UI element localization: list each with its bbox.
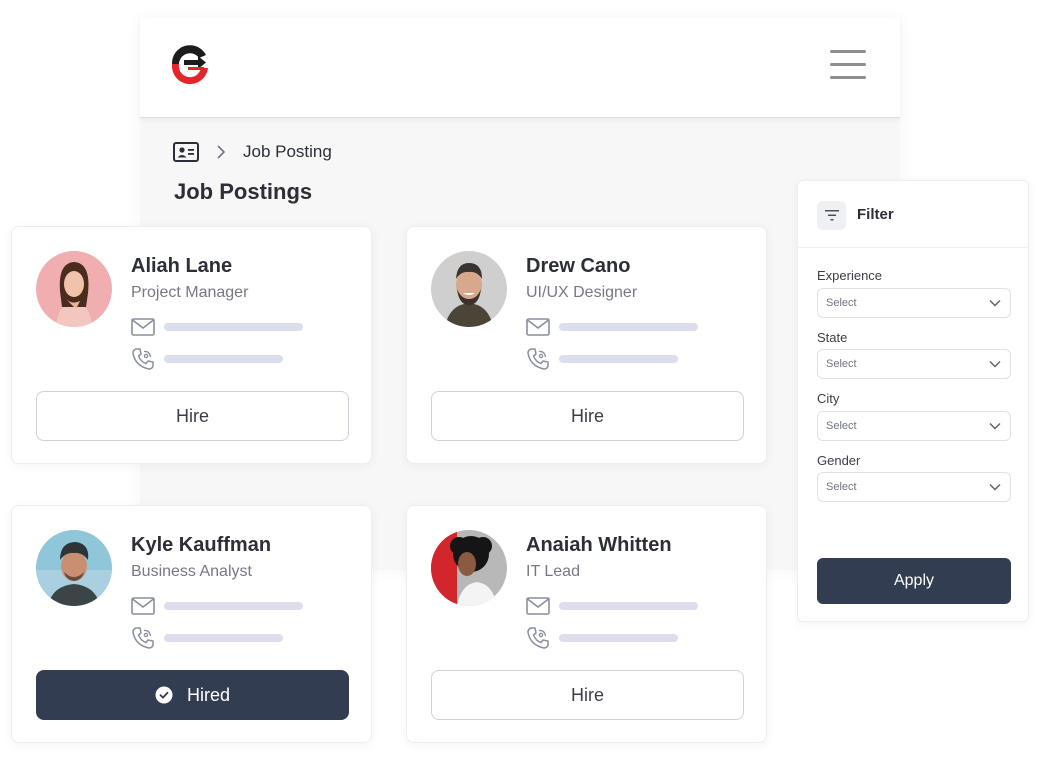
candidate-name: Kyle Kauffman — [131, 534, 272, 556]
state-select[interactable]: Select — [817, 349, 1011, 379]
phone-call-icon — [527, 348, 549, 370]
check-circle-icon — [155, 686, 173, 704]
candidate-role: Business Analyst — [131, 563, 252, 580]
app-header — [140, 18, 900, 118]
breadcrumb-current: Job Posting — [243, 142, 332, 161]
chevron-down-icon — [989, 300, 1001, 307]
phone-placeholder — [559, 355, 678, 363]
filter-icon[interactable] — [817, 201, 846, 230]
avatar — [36, 530, 112, 606]
menu-bar — [830, 76, 866, 79]
state-label: State — [817, 330, 848, 345]
page-title: Job Postings — [174, 179, 313, 204]
apply-button[interactable]: Apply — [817, 558, 1011, 604]
select-placeholder: Select — [826, 358, 857, 370]
hired-button[interactable]: Hired — [36, 670, 349, 720]
chevron-down-icon — [989, 423, 1001, 430]
chevron-right-icon — [217, 145, 226, 159]
phone-placeholder — [559, 634, 678, 642]
menu-bar — [830, 50, 866, 53]
phone-placeholder — [164, 355, 283, 363]
experience-label: Experience — [817, 268, 883, 283]
breadcrumb: Job Posting — [173, 140, 332, 164]
avatar — [36, 251, 112, 327]
hamburger-menu-icon[interactable] — [828, 48, 868, 82]
phone-call-icon — [527, 627, 549, 649]
hire-button-label: Hire — [570, 684, 604, 705]
hire-button[interactable]: Hire — [431, 391, 744, 441]
select-placeholder: Select — [826, 420, 857, 432]
candidate-role: UI/UX Designer — [526, 284, 638, 301]
chevron-down-icon — [989, 361, 1001, 368]
email-placeholder — [164, 602, 303, 610]
id-card-icon[interactable] — [173, 142, 199, 162]
menu-bar — [830, 63, 866, 66]
candidate-card: Kyle Kauffman Business Analyst Hired — [11, 505, 372, 743]
candidate-card: Anaiah Whitten IT Lead Hire — [406, 505, 767, 743]
filter-title: Filter — [857, 206, 894, 223]
candidate-card: Aliah Lane Project Manager Hire — [11, 226, 372, 464]
city-select[interactable]: Select — [817, 411, 1011, 441]
mail-icon — [131, 318, 155, 336]
chevron-down-icon — [989, 484, 1001, 491]
email-placeholder — [559, 323, 698, 331]
phone-call-icon — [132, 348, 154, 370]
phone-placeholder — [164, 634, 283, 642]
hire-button-label: Hire — [570, 405, 604, 426]
avatar — [431, 530, 507, 606]
filter-panel: Filter Experience Select State Select Ci… — [797, 180, 1029, 622]
mail-icon — [131, 597, 155, 615]
gender-select[interactable]: Select — [817, 472, 1011, 502]
company-logo[interactable] — [168, 42, 212, 86]
hire-button[interactable]: Hire — [36, 391, 349, 441]
avatar — [431, 251, 507, 327]
candidate-role: IT Lead — [526, 563, 580, 580]
hire-button[interactable]: Hire — [431, 670, 744, 720]
experience-select[interactable]: Select — [817, 288, 1011, 318]
candidate-name: Drew Cano — [526, 255, 631, 277]
candidate-card: Drew Cano UI/UX Designer Hire — [406, 226, 767, 464]
hired-button-label: Hired — [186, 684, 230, 705]
mail-icon — [526, 318, 550, 336]
candidate-name: Aliah Lane — [131, 255, 233, 277]
candidate-role: Project Manager — [131, 284, 249, 301]
mail-icon — [526, 597, 550, 615]
phone-call-icon — [132, 627, 154, 649]
hire-button-label: Hire — [175, 405, 209, 426]
email-placeholder — [164, 323, 303, 331]
city-label: City — [817, 391, 840, 406]
select-placeholder: Select — [826, 481, 857, 493]
gender-label: Gender — [817, 453, 861, 468]
filter-header: Filter — [798, 181, 1028, 248]
candidate-name: Anaiah Whitten — [526, 534, 672, 556]
email-placeholder — [559, 602, 698, 610]
select-placeholder: Select — [826, 297, 857, 309]
